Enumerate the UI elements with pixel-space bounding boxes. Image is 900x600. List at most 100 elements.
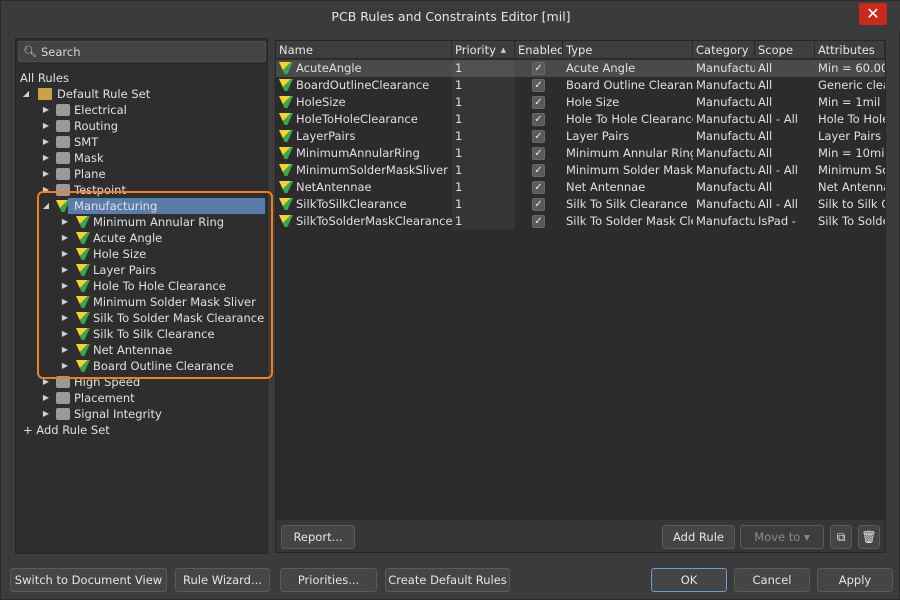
tree-rule-layer-pairs[interactable]: ▶ Layer Pairs [16,262,267,278]
table-row[interactable]: MinimumAnnularRing 1 ✓ Minimum Annular Ring… [276,145,885,162]
cell-type: Acute Angle [566,61,636,75]
tree-rule-net-antennae[interactable]: ▶ Net Antennae [16,342,267,358]
tree-root[interactable]: All Rules [16,70,267,86]
tree-rule-silk-to-silk-clearance[interactable]: ▶ Silk To Silk Clearance [16,326,267,342]
cell-priority[interactable]: 1 [452,60,515,77]
cell-priority[interactable]: 1 [452,128,515,145]
table-row[interactable]: BoardOutlineClearance 1 ✓ Board Outline Cle… [276,77,885,94]
expand-arrow-icon[interactable]: ▶ [60,214,70,230]
tree-category-mask[interactable]: ▶ Mask [16,150,267,166]
rules-tree: All Rules ◢ Default Rule Set ▶ Electrica… [16,70,267,438]
tree-rule-silk-to-solder-mask-clearance[interactable]: ▶ Silk To Solder Mask Clearance [16,310,267,326]
expand-arrow-icon[interactable]: ▶ [60,294,70,310]
create-default-rules-button[interactable]: Create Default Rules [385,568,510,592]
expand-arrow-icon[interactable]: ▶ [60,246,70,262]
tree-default-rule-set[interactable]: ◢ Default Rule Set [16,86,267,102]
expand-arrow-icon[interactable]: ▶ [41,150,51,166]
tree-rule-acute-angle[interactable]: ▶ Acute Angle [16,230,267,246]
tree-category-electrical[interactable]: ▶ Electrical [16,102,267,118]
enabled-checkbox[interactable]: ✓ [532,147,545,160]
expand-arrow-icon[interactable]: ▶ [41,102,51,118]
expand-arrow-icon[interactable]: ▶ [60,278,70,294]
cell-priority[interactable]: 1 [452,77,515,94]
table-row[interactable]: HoleToHoleClearance 1 ✓ Hole To Hole Cleara… [276,111,885,128]
duplicate-icon[interactable]: ⧉ [830,525,852,549]
column-header-type[interactable]: Type [563,41,693,59]
tree-category-routing[interactable]: ▶ Routing [16,118,267,134]
column-header-enabled[interactable]: Enabled [515,41,563,59]
expand-arrow-icon[interactable]: ▶ [60,310,70,326]
expand-arrow-icon[interactable]: ▶ [60,326,70,342]
priorities-button[interactable]: Priorities... [280,568,377,592]
collapse-arrow-icon[interactable]: ◢ [21,86,31,102]
delete-icon[interactable]: 🗑︎ [858,525,880,549]
column-header-attributes[interactable]: Attributes [815,41,885,59]
expand-arrow-icon[interactable]: ▶ [41,166,51,182]
expand-arrow-icon[interactable]: ▶ [41,390,51,406]
enabled-checkbox[interactable]: ✓ [532,215,545,228]
expand-arrow-icon[interactable]: ▶ [60,230,70,246]
tree-category-smt[interactable]: ▶ SMT [16,134,267,150]
tree-category-high-speed[interactable]: ▶ High Speed [16,374,267,390]
report-button[interactable]: Report... [281,525,355,549]
tree-category-manufacturing[interactable]: ◢ Manufacturing [16,198,267,214]
cell-priority[interactable]: 1 [452,196,515,213]
add-rule-button[interactable]: Add Rule [662,525,735,549]
tree-rule-minimum-solder-mask-sliver[interactable]: ▶ Minimum Solder Mask Sliver [16,294,267,310]
table-row[interactable]: AcuteAngle 1 ✓ Acute Angle ManufacturingAll M… [276,60,885,77]
expand-arrow-icon[interactable]: ▶ [41,134,51,150]
expand-arrow-icon[interactable]: ▶ [41,374,51,390]
table-row[interactable]: SilkToSilkClearance 1 ✓ Silk To Silk Cleara… [276,196,885,213]
tree-rule-board-outline-clearance[interactable]: ▶ Board Outline Clearance [16,358,267,374]
cell-category: Manufacturing [696,214,755,228]
tree-rule-hole-size[interactable]: ▶ Hole Size [16,246,267,262]
close-button[interactable]: ✕ [859,3,887,25]
table-row[interactable]: MinimumSolderMaskSliver 1 ✓ Minimum Solder … [276,162,885,179]
switch-to-document-view-button[interactable]: Switch to Document View [10,568,167,592]
expand-arrow-icon[interactable]: ▶ [60,358,70,374]
collapse-arrow-icon[interactable]: ◢ [41,198,51,214]
enabled-checkbox[interactable]: ✓ [532,113,545,126]
cell-priority[interactable]: 1 [452,145,515,162]
column-header-category[interactable]: Category [693,41,755,59]
enabled-checkbox[interactable]: ✓ [532,62,545,75]
cell-priority[interactable]: 1 [452,162,515,179]
table-row[interactable]: HoleSize 1 ✓ Hole Size ManufacturingAll Min =… [276,94,885,111]
cell-priority[interactable]: 1 [452,213,515,230]
cell-priority[interactable]: 1 [452,179,515,196]
expand-arrow-icon[interactable]: ▶ [60,342,70,358]
enabled-checkbox[interactable]: ✓ [532,130,545,143]
add-rule-set-link[interactable]: + Add Rule Set [16,422,267,438]
expand-arrow-icon[interactable]: ▶ [41,406,51,422]
column-header-name[interactable]: Name [276,41,452,59]
tree-category-testpoint[interactable]: ▶ Testpoint [16,182,267,198]
enabled-checkbox[interactable]: ✓ [532,96,545,109]
tree-category-placement[interactable]: ▶ Placement [16,390,267,406]
table-row[interactable]: LayerPairs 1 ✓ Layer Pairs ManufacturingAll L… [276,128,885,145]
search-box[interactable]: 🔍︎ [18,41,266,62]
tree-category-plane[interactable]: ▶ Plane [16,166,267,182]
tree-rule-hole-to-hole-clearance[interactable]: ▶ Hole To Hole Clearance [16,278,267,294]
move-to-button[interactable]: Move to ▾ [740,525,824,549]
enabled-checkbox[interactable]: ✓ [532,198,545,211]
column-header-priority[interactable]: Priority ▲ [452,41,515,59]
cancel-button[interactable]: Cancel [734,568,810,592]
cell-priority[interactable]: 1 [452,111,515,128]
search-input[interactable] [41,44,251,59]
tree-category-signal-integrity[interactable]: ▶ Signal Integrity [16,406,267,422]
table-row[interactable]: SilkToSolderMaskClearance 1 ✓ Silk To Solde… [276,213,885,230]
expand-arrow-icon[interactable]: ▶ [41,118,51,134]
enabled-checkbox[interactable]: ✓ [532,181,545,194]
cell-priority[interactable]: 1 [452,94,515,111]
apply-button[interactable]: Apply [817,568,893,592]
column-header-scope[interactable]: Scope [755,41,815,59]
expand-arrow-icon[interactable]: ▶ [41,182,51,198]
enabled-checkbox[interactable]: ✓ [532,164,545,177]
table-row[interactable]: NetAntennae 1 ✓ Net Antennae ManufacturingAl… [276,179,885,196]
cell-type: Net Antennae [566,180,646,194]
tree-rule-minimum-annular-ring[interactable]: ▶ Minimum Annular Ring [16,214,267,230]
rule-wizard-button[interactable]: Rule Wizard... [175,568,270,592]
enabled-checkbox[interactable]: ✓ [532,79,545,92]
ok-button[interactable]: OK [651,568,727,592]
expand-arrow-icon[interactable]: ▶ [60,262,70,278]
